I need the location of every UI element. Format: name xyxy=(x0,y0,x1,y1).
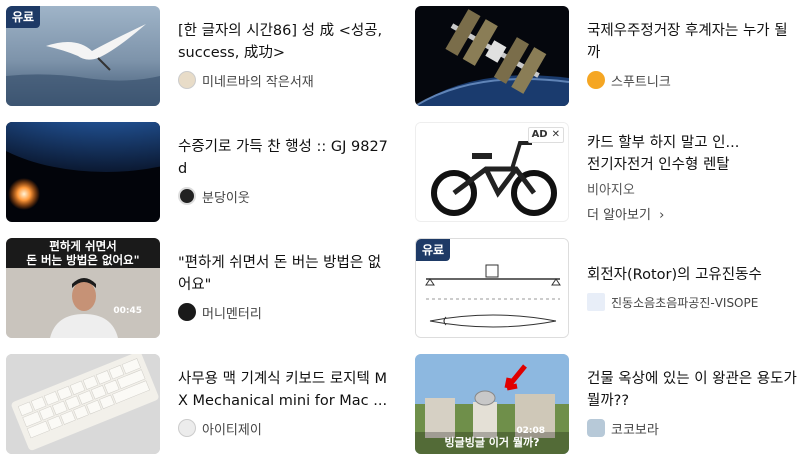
source-name: 진동소음초음파공진-VISOPE xyxy=(611,295,759,310)
ad-label[interactable]: AD ✕ xyxy=(527,127,564,143)
thumbnail-caption: 편하게 쉬면서 돈 버는 방법은 없어요" xyxy=(6,239,160,267)
source-name: 분당이웃 xyxy=(202,190,250,206)
thumbnail-rotor-diagram[interactable]: 유료 xyxy=(415,238,569,338)
keyboard-image xyxy=(6,354,160,454)
planet-image xyxy=(6,122,160,222)
thumbnail-rooftop-video[interactable]: 빙글빙글 이거 뭘까? 02:08 xyxy=(415,354,569,454)
card-source[interactable]: 아이티제이 xyxy=(178,418,388,438)
feed-card[interactable]: 국제우주정거장 후계자는 누가 될까 스푸트니크 xyxy=(415,6,798,106)
thumbnail-albatross[interactable]: 유료 xyxy=(6,6,160,106)
feed-card[interactable]: 편하게 쉬면서 돈 버는 방법은 없어요" 00:45 "편하게 쉬면서 돈 버… xyxy=(6,238,396,338)
ad-card[interactable]: AD ✕ 카드 할부 하지 말고 인... 전기자전거 인수형 렌탈 비아지오 더… xyxy=(415,122,798,223)
feed-card[interactable]: 사무용 맥 기계식 키보드 로지텍 MX Mechanical mini for… xyxy=(6,354,396,454)
thumbnail-space-station[interactable] xyxy=(415,6,569,106)
thumbnail-caption: 빙글빙글 이거 뭘까? xyxy=(444,436,540,449)
source-name: 아이티제이 xyxy=(202,422,262,438)
avatar xyxy=(178,71,196,89)
paid-badge: 유료 xyxy=(416,239,451,261)
avatar xyxy=(178,303,196,321)
source-name: 미네르바의 작은서재 xyxy=(202,74,314,90)
video-duration: 02:08 xyxy=(516,426,545,436)
card-source[interactable]: 스푸트니크 xyxy=(587,70,797,90)
card-title[interactable]: 건물 옥상에 있는 이 왕관은 용도가 뭘까?? xyxy=(587,368,797,412)
card-title[interactable]: 수증기로 가득 찬 행성 :: GJ 9827 d xyxy=(178,136,388,180)
thumbnail-planet[interactable] xyxy=(6,122,160,222)
card-source[interactable]: 미네르바의 작은서재 xyxy=(178,70,388,90)
card-source[interactable]: 코코보라 xyxy=(587,418,797,438)
thumbnail-caption-line-1: 편하게 쉬면서 xyxy=(49,239,117,253)
card-title[interactable]: [한 글자의 시간86] 성 成 <성공, success, 成功> xyxy=(178,20,388,64)
video-duration: 00:45 xyxy=(113,306,142,316)
feed-card[interactable]: 수증기로 가득 찬 행성 :: GJ 9827 d 분당이웃 xyxy=(6,122,396,222)
thumbnail-video-interview[interactable]: 편하게 쉬면서 돈 버는 방법은 없어요" 00:45 xyxy=(6,238,160,338)
feed-card[interactable]: 빙글빙글 이거 뭘까? 02:08 건물 옥상에 있는 이 왕관은 용도가 뭘까… xyxy=(415,354,798,454)
card-title[interactable]: 회전자(Rotor)의 고유진동수 xyxy=(587,264,797,286)
thumbnail-ebike[interactable]: AD ✕ xyxy=(415,122,569,222)
card-title[interactable]: 사무용 맥 기계식 키보드 로지텍 MX Mechanical mini for… xyxy=(178,368,388,412)
close-icon[interactable]: ✕ xyxy=(552,129,560,140)
card-title[interactable]: "편하게 쉬면서 돈 버는 방법은 없어요" xyxy=(178,252,388,296)
space-station-image xyxy=(415,6,569,106)
avatar xyxy=(587,71,605,89)
learn-more-label: 더 알아보기 xyxy=(587,208,651,223)
card-title[interactable]: 국제우주정거장 후계자는 누가 될까 xyxy=(587,20,797,64)
ad-tag-text: AD xyxy=(531,129,548,140)
ad-subheadline[interactable]: 전기자전거 인수형 렌탈 xyxy=(587,154,797,176)
source-name: 스푸트니크 xyxy=(611,74,671,90)
learn-more-link[interactable]: 더 알아보기 › xyxy=(587,204,797,228)
paid-badge: 유료 xyxy=(6,6,41,28)
avatar xyxy=(178,187,196,205)
source-name: 머니멘터리 xyxy=(202,306,262,322)
avatar xyxy=(587,419,605,437)
card-source[interactable]: 분당이웃 xyxy=(178,186,388,206)
source-name: 코코보라 xyxy=(611,422,659,438)
avatar xyxy=(587,293,605,311)
card-source[interactable]: 진동소음초음파공진-VISOPE xyxy=(587,292,797,312)
ad-brand: 비아지오 xyxy=(587,183,635,198)
feed-card[interactable]: 유료 [한 글자의 시간86] 성 成 <성공, success, 成功> 미네… xyxy=(6,6,396,106)
card-source[interactable]: 머니멘터리 xyxy=(178,302,388,322)
ad-headline[interactable]: 카드 할부 하지 말고 인... xyxy=(587,132,797,154)
avatar xyxy=(178,419,196,437)
thumbnail-caption-line-2: 돈 버는 방법은 없어요" xyxy=(26,253,140,267)
chevron-right-icon: › xyxy=(659,208,665,223)
feed-card[interactable]: 유료 회전자(Rotor)의 고유진동수 진동소음초음파공진-VISOPE xyxy=(415,238,798,338)
thumbnail-keyboard[interactable] xyxy=(6,354,160,454)
